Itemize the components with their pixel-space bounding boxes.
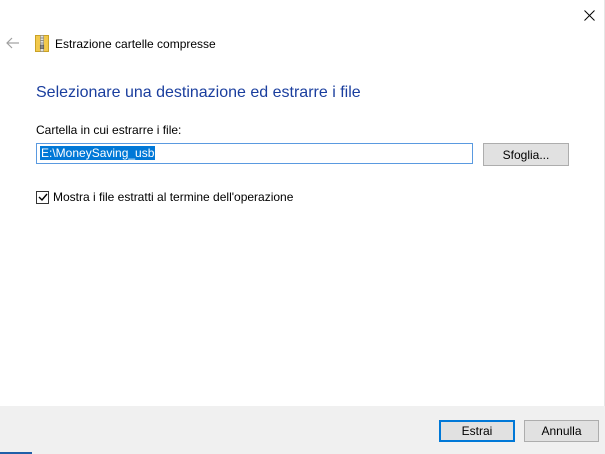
window-title: Estrazione cartelle compresse (55, 37, 216, 51)
zip-folder-icon (35, 35, 49, 52)
extract-dialog: Estrazione cartelle compresse Selezionar… (0, 0, 605, 454)
close-icon (583, 9, 595, 21)
show-files-label: Mostra i file estratti al termine dell'o… (53, 190, 294, 204)
show-files-option[interactable]: Mostra i file estratti al termine dell'o… (36, 190, 293, 204)
destination-label: Cartella in cui estrarre i file: (36, 123, 182, 137)
back-button[interactable] (3, 33, 23, 53)
extract-button[interactable]: Estrai (439, 420, 515, 442)
browse-button[interactable]: Sfoglia... (483, 143, 569, 166)
destination-input[interactable]: E:\MoneySaving_usb (36, 143, 473, 164)
page-heading: Selezionare una destinazione ed estrarre… (36, 84, 361, 101)
close-button[interactable] (574, 2, 604, 28)
show-files-checkbox[interactable] (36, 190, 49, 204)
destination-input-value: E:\MoneySaving_usb (40, 146, 156, 160)
back-arrow-icon (6, 37, 19, 49)
checkmark-icon (38, 193, 48, 202)
cancel-button[interactable]: Annulla (524, 420, 599, 442)
